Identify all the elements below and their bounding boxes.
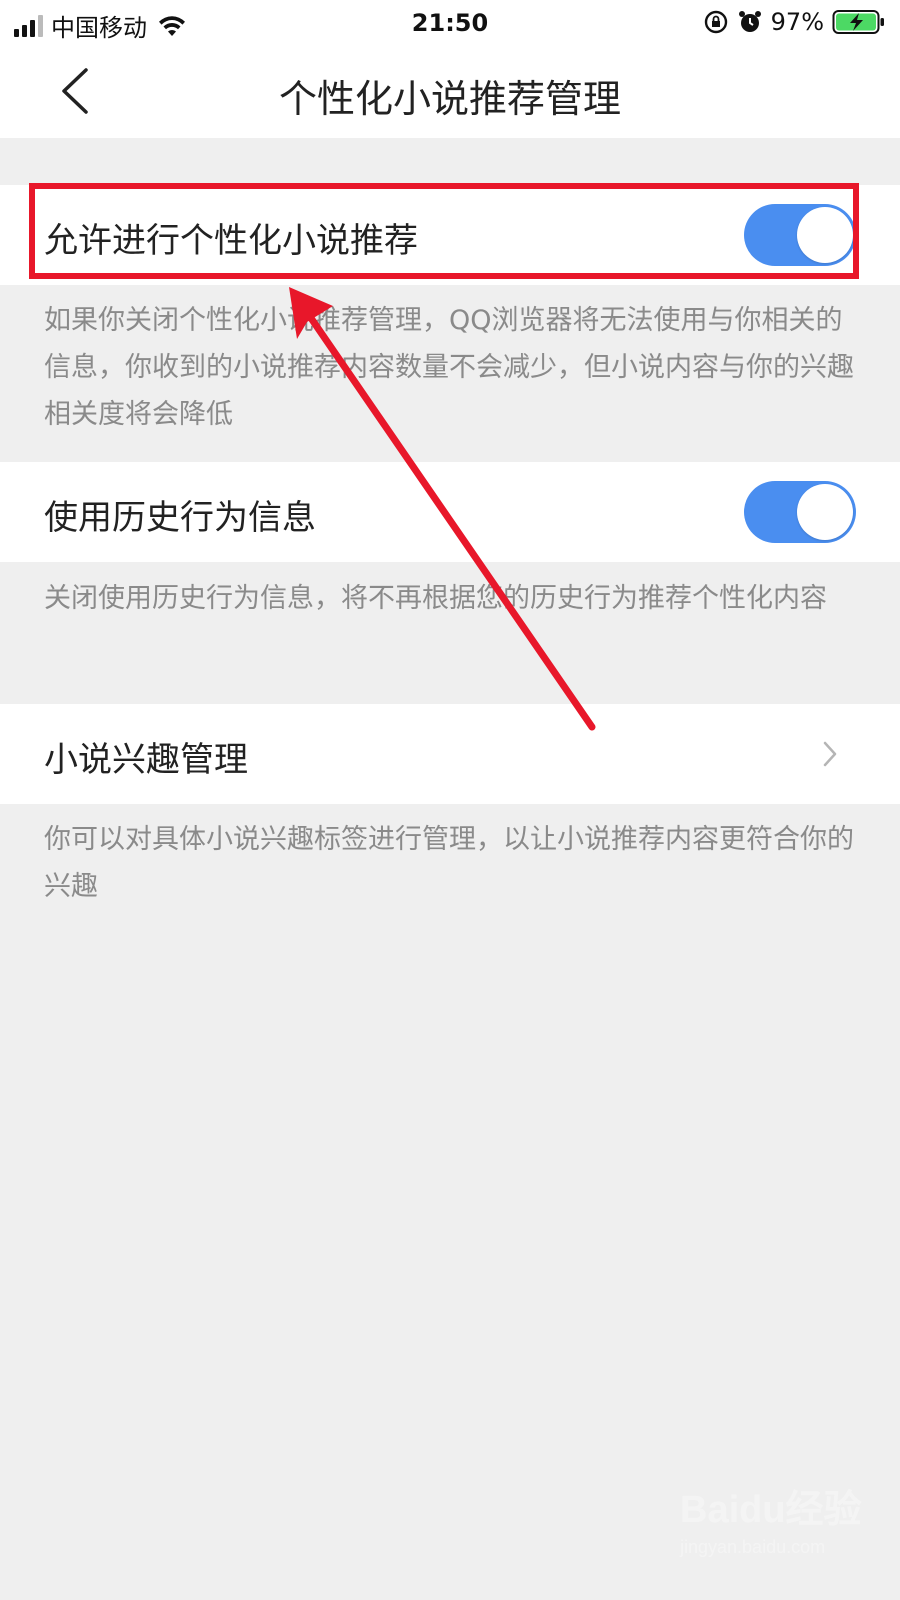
alarm-icon [738, 11, 761, 32]
history-behavior-toggle[interactable] [744, 481, 856, 543]
setting-row-novel-interest[interactable]: 小说兴趣管理 [0, 704, 900, 804]
setting-description: 如果你关闭个性化小说推荐管理，QQ浏览器将无法使用与你相关的信息，你收到的小说推… [44, 305, 854, 430]
nav-bar: 个性化小说推荐管理 [0, 46, 900, 138]
status-bar: 中国移动 21:50 97% [0, 0, 900, 46]
battery-charging-icon [832, 10, 884, 34]
setting-description: 关闭使用历史行为信息，将不再根据您的历史行为推荐个性化内容 [44, 583, 827, 614]
toggle-knob [797, 207, 853, 263]
setting-label: 使用历史行为信息 [44, 498, 316, 538]
baidu-jingyan-watermark: Baidu经验 jingyan.baidu.com [680, 1478, 880, 1588]
setting-row-history-behavior[interactable]: 使用历史行为信息 [0, 462, 900, 562]
toggle-knob [797, 484, 853, 540]
watermark-url: jingyan.baidu.com [680, 1537, 826, 1557]
watermark-logo: Baidu经验 [680, 1489, 862, 1531]
setting-label: 小说兴趣管理 [44, 740, 248, 780]
battery-percent: 97% [770, 8, 824, 36]
setting-description: 你可以对具体小说兴趣标签进行管理，以让小说推荐内容更符合你的兴趣 [44, 824, 854, 902]
setting-label: 允许进行个性化小说推荐 [44, 221, 418, 261]
page-title: 个性化小说推荐管理 [278, 77, 621, 121]
status-right: 97% [703, 8, 886, 36]
chevron-right-icon [823, 741, 837, 767]
rotation-lock-icon [704, 10, 727, 34]
setting-row-personalized-recommend[interactable]: 允许进行个性化小说推荐 [0, 185, 900, 285]
personalized-recommend-toggle[interactable] [744, 204, 856, 266]
